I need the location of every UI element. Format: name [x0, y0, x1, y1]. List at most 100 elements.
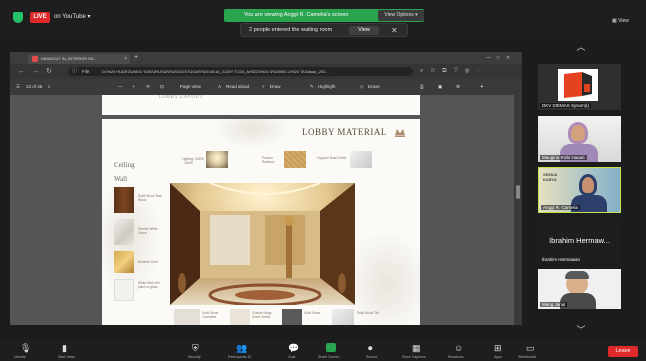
chat-label[interactable]: Chat [288, 355, 295, 359]
solid-stone-label: Solid Stone [304, 311, 321, 315]
apps-label[interactable]: Apps [494, 355, 502, 359]
record-label[interactable]: Record [366, 355, 377, 359]
participant-tile[interactable]: Maugina Rizki Hasari [538, 116, 621, 162]
wall-label: Wall [114, 175, 128, 183]
browser-toolbar-icons[interactable]: ⌕☆⧉♡⊕⋯ [420, 64, 489, 79]
persian-rainbow-label: Persian Rainbow [262, 156, 275, 164]
previous-page-title: LOBBY LAYOUT [159, 95, 204, 100]
zoom-out-button[interactable]: — [118, 79, 123, 95]
highlight-icon[interactable]: ✎ [310, 79, 314, 95]
participant-tile-active[interactable]: SEMUA KARYA Anggi R. Camelia [538, 167, 621, 213]
scrollbar-thumb[interactable] [516, 185, 520, 199]
search-icon[interactable]: ⌕ [48, 79, 51, 95]
participant-name: DKV DIEMAS Sysom(t) [540, 103, 592, 108]
erase-button[interactable]: Erase [368, 79, 380, 95]
pdf-scrollbar[interactable] [514, 95, 522, 325]
waiting-room-view-button[interactable]: View [349, 26, 379, 35]
chat-icon[interactable]: 💬 [288, 343, 299, 354]
zoom-in-button[interactable]: + [132, 79, 135, 95]
highlight-button[interactable]: Highlight [318, 79, 336, 95]
read-aloud-button[interactable]: Read aloud [226, 79, 249, 95]
scroll-up-icon[interactable]: ︿ [572, 40, 590, 54]
whiteboard-label[interactable]: Whiteboard [518, 355, 536, 359]
participant-name: Maugina Rizki Hasari [540, 155, 587, 160]
gypsum-board-swatch [350, 151, 372, 168]
white-wall-label: White Wall with paint on glass [138, 281, 160, 289]
shield-icon[interactable] [13, 12, 23, 23]
pin-icon[interactable]: ✦ [480, 79, 484, 95]
new-tab-button[interactable]: + [134, 53, 138, 63]
scroll-down-icon[interactable]: ﹀ [572, 323, 590, 337]
back-icon[interactable]: ← [18, 64, 25, 79]
persian-rainbow-swatch [284, 151, 306, 168]
unmute-label[interactable]: Unmute [14, 355, 26, 359]
page-indicator[interactable]: 13 of 46 [26, 79, 42, 95]
pdf-icon [32, 56, 38, 62]
security-icon[interactable]: ⛨ [192, 343, 199, 354]
participant-tile[interactable]: DKV DIEMAS Sysom(t) [538, 64, 621, 110]
url-field[interactable]: ⓘ File D:/%20 HUDEGUM/11 %20/URUSAN%20/D… [68, 67, 413, 76]
participant-name: Anggi R. Camelia [541, 205, 581, 210]
save-icon[interactable]: ▣ [438, 79, 442, 95]
solid-stone-swatch [282, 309, 302, 325]
share-screen-icon[interactable] [326, 343, 336, 352]
participant-tile[interactable]: Mang Jarial [538, 269, 621, 309]
brushed-gold-label: Brushed Gold [138, 260, 158, 264]
read-aloud-icon[interactable]: A [218, 79, 221, 95]
participants-label[interactable]: Participants 43 [228, 355, 251, 359]
teak-wood-swatch [114, 187, 134, 213]
brushed-gold-swatch [114, 251, 134, 273]
viewing-screen-banner: You are viewing Anggi R. Camelia's scree… [224, 9, 424, 22]
travertine-swatch [174, 309, 200, 325]
apps-icon[interactable]: ⊞ [494, 343, 502, 354]
rotate-icon[interactable]: ⟲ [146, 79, 150, 95]
captions-label[interactable]: Show Captions [402, 355, 426, 359]
waiting-room-notification: 2 people entered the waiting room View ✕ [240, 23, 408, 37]
pdf-viewer[interactable]: LOBBY LAYOUT LOBBY MATERIAL Ceiling Wall… [10, 95, 522, 325]
settings-icon[interactable]: ⚙ [456, 79, 460, 95]
white-wall-swatch [114, 279, 134, 301]
browser-tab-strip: HANDOUT IN_INTERIOR DE... × + —□✕ [10, 52, 522, 64]
forward-icon[interactable]: → [32, 64, 39, 79]
live-on-youtube-menu[interactable]: on YouTube ▾ [54, 12, 91, 23]
fit-icon[interactable]: ⊡ [160, 79, 164, 95]
draw-button[interactable]: Draw [270, 79, 281, 95]
reload-icon[interactable]: ↻ [46, 64, 52, 79]
share-screen-label[interactable]: Share Screen [318, 355, 339, 359]
toc-icon[interactable]: ☰ [16, 79, 20, 95]
participant-body [571, 195, 607, 212]
record-icon[interactable]: ⏺ [368, 343, 373, 354]
mic-muted-icon[interactable]: 🎙 [20, 343, 31, 354]
reactions-icon[interactable]: ☺ [454, 343, 463, 353]
leaf-shadow-decoration [212, 119, 292, 149]
window-controls[interactable]: —□✕ [486, 52, 516, 64]
tab-close-icon[interactable]: × [124, 54, 127, 64]
browser-tab[interactable]: HANDOUT IN_INTERIOR DE... × [28, 54, 130, 64]
participant-face [579, 174, 597, 196]
whiteboard-icon[interactable]: ▭ [526, 343, 535, 354]
viewing-screen-text: You are viewing Anggi R. Camelia's scree… [244, 12, 349, 18]
close-icon[interactable]: ✕ [391, 24, 398, 37]
participants-icon[interactable]: 👥 [236, 343, 247, 354]
pdf-page: LOBBY MATERIAL Ceiling Wall Lighting: 30… [102, 119, 420, 325]
print-icon[interactable]: ⎙ [420, 79, 424, 95]
reactions-label[interactable]: Reactions [448, 355, 464, 359]
start-video-label[interactable]: Start Video [58, 355, 75, 359]
participant-tile[interactable]: Ibrahim Hermaw... Ibrahim Hermawan [538, 218, 621, 264]
leave-button[interactable]: Leave [608, 346, 638, 357]
view-options-button[interactable]: View Options ▾ [378, 10, 424, 21]
erase-icon[interactable]: ◇ [360, 79, 363, 95]
video-icon[interactable]: ▮ [62, 343, 67, 354]
participant-name: Mang Jarial [540, 302, 568, 307]
security-label[interactable]: Security [188, 355, 201, 359]
page-view-button[interactable]: Page view [180, 79, 201, 95]
shared-browser-window: HANDOUT IN_INTERIOR DE... × + —□✕ ← → ↻ … [10, 52, 522, 325]
captions-icon[interactable]: ▦ [412, 343, 421, 354]
live-badge[interactable]: LIVE [30, 12, 50, 23]
zoom-meeting-window: LIVE on YouTube ▾ You are viewing Anggi … [0, 0, 646, 361]
draw-icon[interactable]: ▿ [262, 79, 264, 95]
address-bar: ← → ↻ ⓘ File D:/%20 HUDEGUM/11 %20/URUSA… [10, 64, 522, 79]
lighting-label: Lighting: 3000K - 4000K [182, 157, 205, 165]
view-mode-button[interactable]: ▦ View [612, 16, 638, 26]
info-icon: ⓘ [72, 68, 78, 74]
